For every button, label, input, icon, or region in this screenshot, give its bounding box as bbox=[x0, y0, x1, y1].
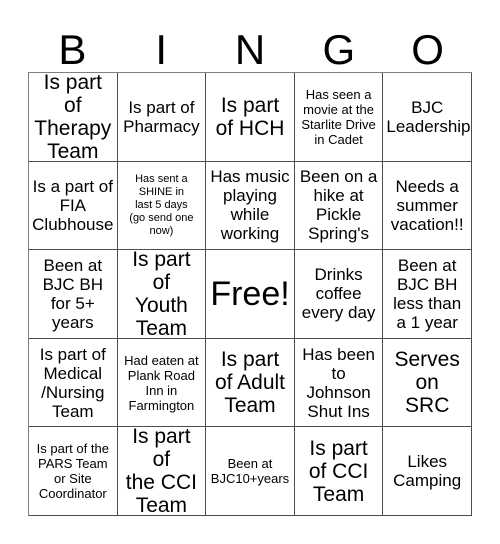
bingo-cell-label: Is part of Adult Team bbox=[214, 348, 286, 418]
bingo-cell-r3c1[interactable]: Been at BJC BH for 5+ years bbox=[29, 250, 118, 339]
bingo-grid: Is part of Therapy Team Is part of Pharma… bbox=[28, 72, 472, 516]
bingo-cell-label: Is part of Therapy Team bbox=[34, 73, 112, 162]
bingo-cell-label: Been at BJC BH less than a 1 year bbox=[393, 255, 462, 332]
bingo-cell-label: Is part of CCI Team bbox=[308, 436, 369, 506]
bingo-cell-r5c5[interactable]: Likes Camping bbox=[383, 427, 472, 516]
bingo-cell-r5c2[interactable]: Is part of the CCI Team bbox=[117, 427, 207, 516]
bingo-cell-label: Has sent a SHINE in last 5 days (go send… bbox=[129, 172, 194, 237]
header-letter-i: I bbox=[155, 26, 168, 73]
bingo-cell-r1c2[interactable]: Is part of Pharmacy bbox=[117, 73, 207, 162]
bingo-cell-label: Been at BJC10+years bbox=[210, 456, 290, 487]
bingo-cell-label: Has been to Johnson Shut Ins bbox=[302, 344, 375, 421]
bingo-cell-label: BJC Leadership bbox=[386, 97, 471, 136]
bingo-cell-label: Is part of the CCI Team bbox=[125, 427, 197, 516]
bingo-cell-label: Is part of Medical /Nursing Team bbox=[39, 344, 106, 421]
bingo-cell-label: Had eaten at Plank Road Inn in Farmingto… bbox=[124, 352, 199, 413]
bingo-cell-label: Is part of Pharmacy bbox=[123, 97, 200, 136]
bingo-cell-label: Is part of Youth Team bbox=[132, 250, 191, 339]
bingo-cell-r2c3[interactable]: Has music playing while working bbox=[206, 161, 295, 251]
bingo-cell-r2c4[interactable]: Been on a hike at Pickle Spring's bbox=[294, 161, 384, 251]
header-letter-b: B bbox=[58, 26, 87, 73]
header-letter-n: N bbox=[234, 26, 266, 73]
bingo-header: B I N G O bbox=[28, 18, 472, 72]
bingo-cell-r1c1[interactable]: Is part of Therapy Team bbox=[29, 73, 118, 162]
bingo-cell-r1c4[interactable]: Has seen a movie at the Starlite Drive i… bbox=[294, 73, 384, 162]
bingo-cell-label: Is part of HCH bbox=[215, 93, 285, 140]
bingo-cell-label: Free! bbox=[210, 274, 290, 313]
bingo-cell-r5c1[interactable]: Is part of the PARS Team or Site Coordin… bbox=[29, 427, 118, 516]
header-letter-o: O bbox=[411, 26, 444, 73]
bingo-cell-label: Drinks coffee every day bbox=[301, 265, 376, 323]
bingo-cell-label: Been at BJC BH for 5+ years bbox=[42, 255, 104, 332]
bingo-cell-label: Been on a hike at Pickle Spring's bbox=[299, 167, 378, 244]
bingo-cell-r4c3[interactable]: Is part of Adult Team bbox=[206, 338, 295, 428]
bingo-cell-label: Has seen a movie at the Starlite Drive i… bbox=[301, 86, 376, 147]
bingo-cell-r4c1[interactable]: Is part of Medical /Nursing Team bbox=[29, 338, 118, 428]
bingo-cell-r1c5[interactable]: BJC Leadership bbox=[383, 73, 472, 162]
bingo-cell-label: Likes Camping bbox=[393, 452, 462, 491]
header-letter-g: G bbox=[322, 26, 356, 73]
bingo-cell-r2c2[interactable]: Has sent a SHINE in last 5 days (go send… bbox=[117, 161, 207, 251]
bingo-cell-r4c5[interactable]: Serves on SRC bbox=[383, 338, 472, 428]
bingo-cell-r3c2[interactable]: Is part of Youth Team bbox=[117, 250, 207, 339]
bingo-cell-label: Is a part of FIA Clubhouse bbox=[32, 176, 114, 234]
bingo-cell-r3c3[interactable]: Free! bbox=[206, 250, 295, 339]
bingo-cell-label: Has music playing while working bbox=[210, 167, 290, 244]
bingo-cell-r4c4[interactable]: Has been to Johnson Shut Ins bbox=[294, 338, 384, 428]
bingo-cell-r2c1[interactable]: Is a part of FIA Clubhouse bbox=[29, 161, 118, 251]
bingo-cell-r3c5[interactable]: Been at BJC BH less than a 1 year bbox=[383, 250, 472, 339]
bingo-cell-r5c4[interactable]: Is part of CCI Team bbox=[294, 427, 384, 516]
bingo-cell-r4c2[interactable]: Had eaten at Plank Road Inn in Farmingto… bbox=[117, 338, 207, 428]
bingo-cell-label: Needs a summer vacation!! bbox=[390, 176, 464, 234]
bingo-cell-r3c4[interactable]: Drinks coffee every day bbox=[294, 250, 384, 339]
bingo-cell-r1c3[interactable]: Is part of HCH bbox=[206, 73, 295, 162]
bingo-cell-r2c5[interactable]: Needs a summer vacation!! bbox=[383, 161, 472, 251]
bingo-cell-r5c3[interactable]: Been at BJC10+years bbox=[206, 427, 295, 516]
bingo-cell-label: Serves on SRC bbox=[394, 348, 460, 418]
bingo-card: B I N G O Is part of Therapy Team Is part… bbox=[0, 0, 500, 544]
bingo-cell-label: Is part of the PARS Team or Site Coordin… bbox=[36, 441, 109, 502]
